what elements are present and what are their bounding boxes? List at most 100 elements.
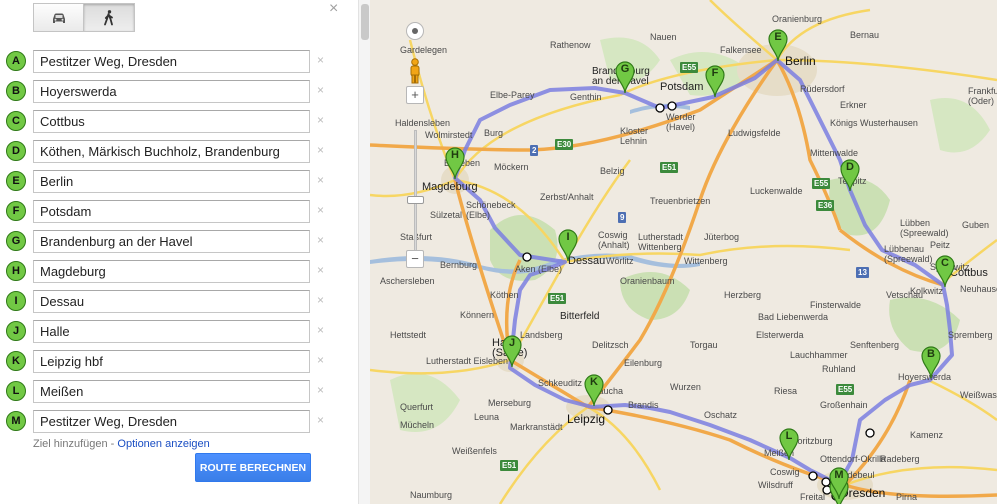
route-marker-pin[interactable]: I	[557, 228, 579, 262]
waypoint-marker-icon[interactable]: E	[6, 171, 26, 191]
town-label: Landsberg	[520, 330, 563, 340]
waypoint-marker-icon[interactable]: H	[6, 261, 26, 281]
town-label: Burg	[484, 128, 504, 138]
remove-waypoint-button[interactable]: ×	[317, 413, 324, 427]
remove-waypoint-button[interactable]: ×	[317, 83, 324, 97]
waypoint-marker-icon[interactable]: A	[6, 51, 26, 71]
zoom-in-button[interactable]: +	[406, 86, 424, 104]
town-label: Bernburg	[440, 260, 478, 270]
pin-label: M	[834, 469, 844, 481]
waypoint-input[interactable]	[33, 320, 310, 343]
town-label: Ruhland	[822, 364, 856, 374]
remove-waypoint-button[interactable]: ×	[317, 293, 324, 307]
town-label: Wittenberg	[684, 256, 728, 266]
town-label: Königs Wusterhausen	[830, 118, 918, 128]
route-marker-pin[interactable]: J	[501, 334, 523, 368]
route-marker-pin[interactable]: F	[704, 64, 726, 98]
city-label-frankfurt: Frankfu (Oder)	[968, 86, 997, 106]
waypoint-input[interactable]	[33, 80, 310, 103]
add-destination-link[interactable]: Ziel hinzufügen	[33, 438, 108, 450]
waypoint-marker-icon[interactable]: D	[6, 141, 26, 161]
scrollbar-thumb[interactable]	[361, 4, 369, 40]
route-marker-pin[interactable]: L	[778, 427, 800, 461]
waypoint-input[interactable]	[33, 140, 310, 163]
waypoint-row: C×	[5, 110, 350, 134]
waypoint-marker-icon[interactable]: L	[6, 381, 26, 401]
waypoint-marker-icon[interactable]: F	[6, 201, 26, 221]
waypoint-input[interactable]	[33, 290, 310, 313]
waypoint-input[interactable]	[33, 230, 310, 253]
remove-waypoint-button[interactable]: ×	[317, 53, 324, 67]
walk-mode-button[interactable]	[84, 3, 135, 32]
waypoint-input[interactable]	[33, 350, 310, 373]
zoom-control: + −	[406, 22, 426, 272]
town-label: Ottendorf-Okrilla	[820, 454, 887, 464]
town-label: Wurzen	[670, 382, 701, 392]
waypoint-input[interactable]	[33, 170, 310, 193]
city-label-magdeburg: Magdeburg	[422, 181, 478, 193]
pin-label: J	[508, 337, 516, 349]
route-marker-pin[interactable]: C	[934, 254, 956, 288]
pin-label: C	[941, 257, 949, 269]
remove-waypoint-button[interactable]: ×	[317, 203, 324, 217]
pan-control[interactable]	[406, 22, 424, 40]
map-canvas[interactable]: E55 E55 E55 E51 E51 E51 E30 E36 2 9 13 B…	[370, 0, 997, 504]
waypoint-input[interactable]	[33, 200, 310, 223]
waypoint-input[interactable]	[33, 410, 310, 433]
route-marker-pin[interactable]: K	[583, 373, 605, 407]
remove-waypoint-button[interactable]: ×	[317, 383, 324, 397]
waypoint-marker-icon[interactable]: K	[6, 351, 26, 371]
town-label: Möckern	[494, 162, 529, 172]
town-label: Lübben (Spreewald)	[900, 218, 949, 238]
waypoint-marker-icon[interactable]: C	[6, 111, 26, 131]
route-marker-pin[interactable]: D	[839, 158, 861, 192]
route-marker-pin[interactable]: B	[920, 345, 942, 379]
town-label: Mittenwalde	[810, 148, 859, 158]
calculate-route-button[interactable]: ROUTE BERECHNEN	[195, 453, 311, 482]
route-marker-pin[interactable]: M	[828, 466, 850, 500]
panel-scrollbar[interactable]	[358, 0, 370, 504]
waypoint-input[interactable]	[33, 260, 310, 283]
separator: -	[107, 438, 118, 450]
town-label: Spremberg	[948, 330, 993, 340]
city-label-bitterfeld: Bitterfeld	[560, 311, 600, 322]
waypoint-marker-icon[interactable]: G	[6, 231, 26, 251]
town-label: Oranienburg	[772, 14, 823, 24]
zoom-slider-track[interactable]	[414, 130, 417, 255]
remove-waypoint-button[interactable]: ×	[317, 353, 324, 367]
route-marker-pin[interactable]: H	[444, 146, 466, 180]
remove-waypoint-button[interactable]: ×	[317, 143, 324, 157]
close-panel-button[interactable]: ×	[329, 1, 338, 17]
route-marker-pin[interactable]: G	[614, 60, 636, 94]
waypoint-row: I×	[5, 290, 350, 314]
town-label: Bad Liebenwerda	[758, 312, 829, 322]
town-label: Mücheln	[400, 420, 435, 430]
pin-label: F	[711, 67, 719, 79]
waypoint-marker-icon[interactable]: I	[6, 291, 26, 311]
waypoint-input[interactable]	[33, 380, 310, 403]
waypoint-input[interactable]	[33, 110, 310, 133]
town-label: Schkeuditz	[538, 378, 583, 388]
waypoint-input[interactable]	[33, 50, 310, 73]
remove-waypoint-button[interactable]: ×	[317, 263, 324, 277]
show-options-link[interactable]: Optionen anzeigen	[117, 438, 209, 450]
car-mode-button[interactable]	[33, 3, 84, 32]
zoom-out-button[interactable]: −	[406, 250, 424, 268]
remove-waypoint-button[interactable]: ×	[317, 173, 324, 187]
town-label: Großenhain	[820, 400, 868, 410]
town-label: Delitzsch	[592, 340, 629, 350]
zoom-slider-handle[interactable]	[407, 196, 424, 204]
highway-shield: E51	[548, 293, 567, 304]
remove-waypoint-button[interactable]: ×	[317, 323, 324, 337]
highway-shield: E36	[816, 200, 835, 211]
town-label: Markranstädt	[510, 422, 563, 432]
waypoint-marker-icon[interactable]: J	[6, 321, 26, 341]
waypoint-marker-icon[interactable]: B	[6, 81, 26, 101]
remove-waypoint-button[interactable]: ×	[317, 113, 324, 127]
route-marker-pin[interactable]: E	[767, 28, 789, 62]
highway-shield: E55	[812, 178, 831, 189]
remove-waypoint-button[interactable]: ×	[317, 233, 324, 247]
town-label: Peitz	[930, 240, 951, 250]
waypoint-marker-icon[interactable]: M	[6, 411, 26, 431]
highway-shield: 13	[856, 267, 869, 278]
